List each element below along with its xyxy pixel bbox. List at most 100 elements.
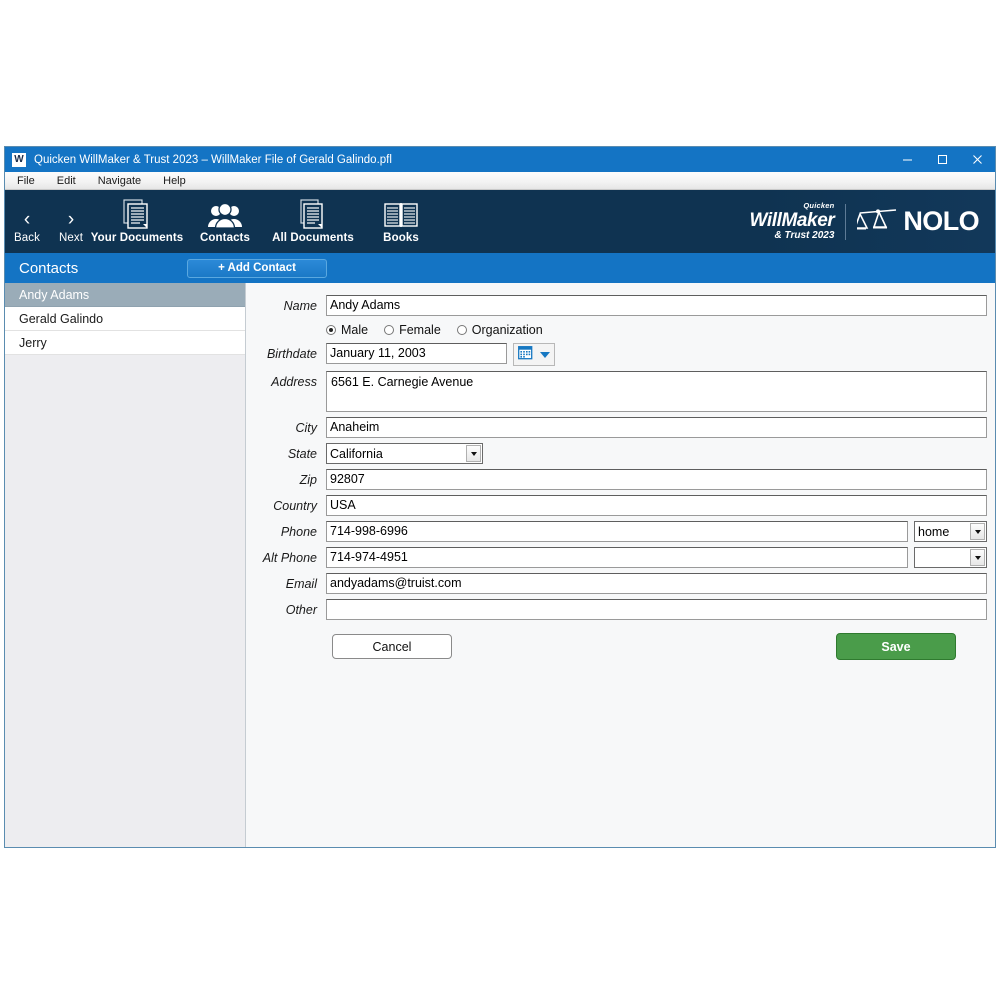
page-title: Contacts bbox=[19, 259, 79, 277]
alt-phone-field[interactable]: 714-974-4951 bbox=[326, 547, 908, 568]
zip-control: 92807 bbox=[326, 469, 995, 490]
radio-dot-icon bbox=[456, 325, 467, 335]
form-row-city: City Anaheim bbox=[246, 417, 995, 438]
radio-organization[interactable]: Organization bbox=[456, 323, 543, 337]
toolbar-books-button[interactable]: Books bbox=[357, 190, 445, 253]
radio-male[interactable]: Male bbox=[326, 323, 368, 337]
birthdate-control: January 11, 2003 bbox=[326, 343, 995, 366]
phone-type-value: home bbox=[918, 524, 950, 539]
form-row-zip: Zip 92807 bbox=[246, 469, 995, 490]
state-dropdown[interactable]: California bbox=[326, 443, 483, 464]
phone-type-dropdown[interactable]: home bbox=[914, 521, 987, 542]
toolbar-your-documents-label: Your Documents bbox=[90, 232, 184, 244]
menu-item-help[interactable]: Help bbox=[163, 175, 186, 187]
radio-organization-label: Organization bbox=[471, 323, 543, 337]
form-row-address: Address 6561 E. Carnegie Avenue bbox=[246, 371, 995, 412]
phone-control: 714-998-6996 home bbox=[326, 521, 995, 542]
name-field[interactable]: Andy Adams bbox=[326, 295, 987, 316]
name-label: Name bbox=[283, 299, 317, 313]
birthdate-picker-button[interactable] bbox=[513, 343, 555, 366]
chevron-down-icon bbox=[970, 523, 985, 540]
country-control: USA bbox=[326, 495, 995, 516]
toolbar-back-button[interactable]: ‹ Back bbox=[5, 190, 49, 253]
gender-control: Male Female Organization bbox=[326, 321, 995, 338]
toolbar-contacts-button[interactable]: Contacts bbox=[181, 190, 269, 253]
people-icon bbox=[208, 199, 242, 229]
chevron-left-glyph: ‹ bbox=[23, 209, 31, 230]
chevron-right-glyph: › bbox=[67, 209, 75, 230]
form-row-gender: Male Female Organization bbox=[246, 321, 995, 338]
email-field[interactable]: andyadams@truist.com bbox=[326, 573, 987, 594]
state-selected-value: California bbox=[330, 446, 383, 461]
page-header: Contacts + Add Contact bbox=[5, 253, 995, 283]
save-button[interactable]: Save bbox=[836, 633, 956, 660]
menu-item-navigate[interactable]: Navigate bbox=[98, 175, 141, 187]
alt-phone-control: 714-974-4951 bbox=[326, 547, 995, 568]
phone-field[interactable]: 714-998-6996 bbox=[326, 521, 908, 542]
menu-item-file[interactable]: File bbox=[17, 175, 35, 187]
add-contact-button[interactable]: + Add Contact bbox=[187, 258, 327, 278]
toolbar-next-button[interactable]: › Next bbox=[49, 190, 93, 253]
calendar-icon bbox=[517, 345, 533, 365]
branding-area: Quicken WillMaker & Trust 2023 NOLO bbox=[749, 190, 995, 253]
form-actions: Cancel Save bbox=[246, 633, 995, 660]
contact-form: Name Andy Adams Male Female Organization… bbox=[246, 283, 995, 847]
books-icon bbox=[384, 199, 418, 229]
maximize-button[interactable] bbox=[925, 147, 960, 172]
address-control: 6561 E. Carnegie Avenue bbox=[326, 371, 995, 412]
other-field[interactable] bbox=[326, 599, 987, 620]
other-control bbox=[326, 599, 995, 620]
other-label: Other bbox=[285, 603, 317, 617]
list-item[interactable]: Andy Adams bbox=[5, 283, 245, 307]
form-row-email: Email andyadams@truist.com bbox=[246, 573, 995, 594]
city-label: City bbox=[295, 421, 317, 435]
willmaker-logo: Quicken WillMaker & Trust 2023 bbox=[749, 202, 845, 241]
address-label: Address bbox=[271, 375, 317, 389]
form-row-birthdate: Birthdate January 11, 2003 bbox=[246, 343, 995, 366]
chevron-down-icon bbox=[970, 549, 985, 566]
radio-male-label: Male bbox=[341, 323, 369, 337]
gender-radio-group: Male Female Organization bbox=[326, 321, 559, 338]
list-item[interactable]: Gerald Galindo bbox=[5, 307, 245, 331]
radio-female[interactable]: Female bbox=[384, 323, 441, 337]
app-logo-icon: W bbox=[12, 152, 26, 167]
contact-name: Andy Adams bbox=[19, 287, 90, 302]
menu-bar: File Edit Navigate Help bbox=[5, 172, 995, 190]
phone-label: Phone bbox=[280, 525, 317, 539]
form-row-country: Country USA bbox=[246, 495, 995, 516]
menu-item-edit[interactable]: Edit bbox=[57, 175, 76, 187]
email-label: Email bbox=[285, 577, 317, 591]
city-control: Anaheim bbox=[326, 417, 995, 438]
alt-phone-type-dropdown[interactable] bbox=[914, 547, 987, 568]
address-field[interactable]: 6561 E. Carnegie Avenue bbox=[326, 371, 987, 412]
nolo-text: NOLO bbox=[903, 206, 979, 236]
city-field[interactable]: Anaheim bbox=[326, 417, 987, 438]
contact-name: Jerry bbox=[19, 335, 47, 350]
main-toolbar: ‹ Back › Next Your Documents Contacts Al… bbox=[5, 190, 995, 253]
chevron-down-icon bbox=[466, 445, 481, 462]
country-field[interactable]: USA bbox=[326, 495, 987, 516]
alt-phone-label: Alt Phone bbox=[262, 551, 317, 565]
state-label: State bbox=[287, 447, 317, 461]
close-button[interactable] bbox=[960, 147, 995, 172]
cancel-button[interactable]: Cancel bbox=[332, 634, 452, 659]
list-item[interactable]: Jerry bbox=[5, 331, 245, 355]
form-row-other: Other bbox=[246, 599, 995, 620]
all-documents-icon bbox=[300, 199, 326, 229]
name-control: Andy Adams bbox=[326, 295, 995, 316]
form-row-name: Name Andy Adams bbox=[246, 295, 995, 316]
nolo-logo: NOLO bbox=[854, 206, 980, 237]
application-window: W Quicken WillMaker & Trust 2023 – WillM… bbox=[4, 146, 996, 848]
toolbar-back-label: Back bbox=[14, 232, 40, 244]
toolbar-your-documents-button[interactable]: Your Documents bbox=[90, 190, 184, 253]
window-controls bbox=[890, 147, 995, 172]
birthdate-field[interactable]: January 11, 2003 bbox=[326, 343, 507, 364]
toolbar-all-documents-button[interactable]: All Documents bbox=[269, 190, 357, 253]
email-control: andyadams@truist.com bbox=[326, 573, 995, 594]
zip-field[interactable]: 92807 bbox=[326, 469, 987, 490]
radio-dot-icon bbox=[326, 325, 336, 335]
title-bar: W Quicken WillMaker & Trust 2023 – WillM… bbox=[5, 147, 995, 172]
documents-icon bbox=[123, 199, 151, 229]
minimize-button[interactable] bbox=[890, 147, 925, 172]
